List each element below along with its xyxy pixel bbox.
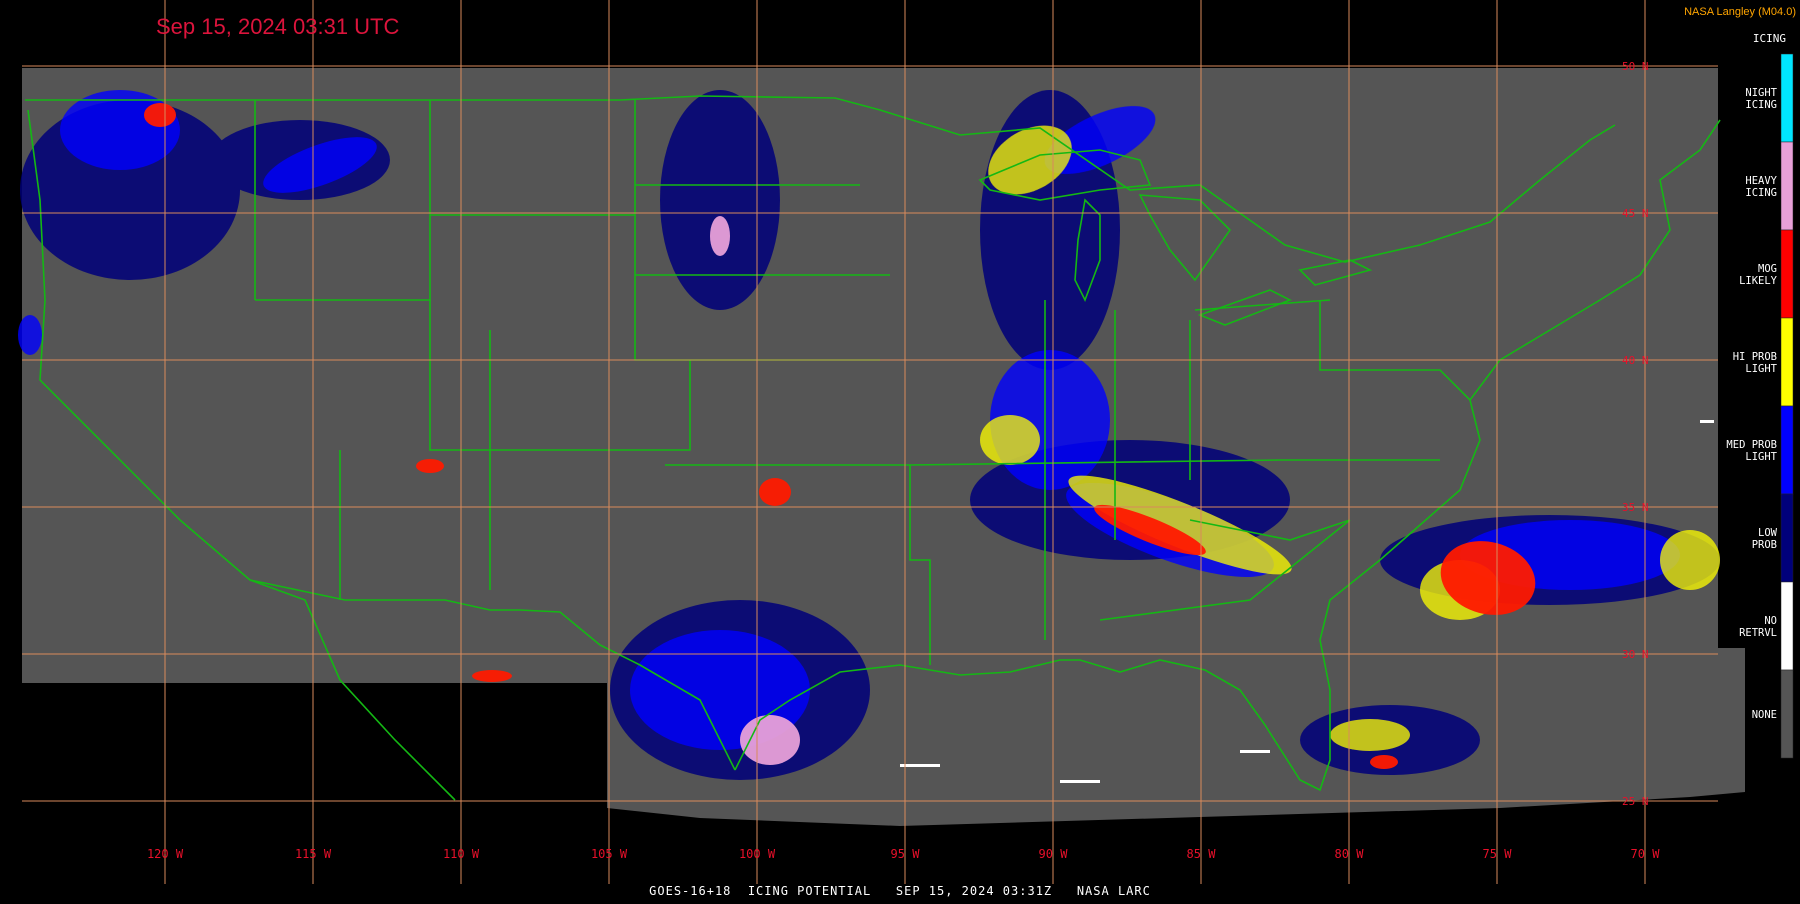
longitude-label: 80 W [1335, 847, 1365, 861]
longitude-label: 90 W [1039, 847, 1069, 861]
legend-swatch [1780, 141, 1794, 231]
latitude-label: 25 N [1622, 795, 1649, 808]
legend-label: RETRVL [1739, 627, 1777, 639]
legend-label: MED PROB [1726, 439, 1777, 451]
legend-label: NIGHT [1745, 87, 1777, 99]
legend-label: HEAVY [1745, 175, 1777, 187]
longitude-label: 105 W [591, 847, 628, 861]
legend-swatch [1780, 317, 1794, 407]
legend-label: LIGHT [1745, 451, 1777, 463]
longitude-label: 75 W [1483, 847, 1513, 861]
legend-swatch [1780, 669, 1794, 759]
legend-label: LIGHT [1745, 363, 1777, 375]
timestamp-title: Sep 15, 2024 03:31 UTC [156, 14, 400, 39]
legend-swatch [1780, 405, 1794, 495]
legend-label: MOG [1758, 263, 1777, 275]
icing-map: 120 W 115 W 110 W 105 W 100 W 95 W 90 W 85 W 80 … [0, 0, 1800, 900]
longitude-labels: 120 W 115 W 110 W 105 W 100 W 95 W 90 W 85 W 80 … [147, 847, 1660, 861]
legend-swatch [1780, 493, 1794, 583]
longitude-label: 70 W [1631, 847, 1661, 861]
longitude-label: 85 W [1187, 847, 1217, 861]
legend-label: LOW [1758, 527, 1778, 539]
legend-swatch [1780, 53, 1794, 143]
longitude-label: 115 W [295, 847, 332, 861]
legend-swatch [1780, 581, 1794, 671]
legend-label: ICING [1745, 187, 1777, 199]
map-canvas: 120 W 115 W 110 W 105 W 100 W 95 W 90 W 85 W 80 … [18, 0, 1794, 884]
legend-label: NONE [1752, 709, 1777, 721]
legend-title: ICING [1752, 32, 1786, 45]
footer-caption: GOES-16+18 ICING POTENTIAL SEP 15, 2024 … [649, 884, 1151, 898]
legend-label: NO [1764, 615, 1777, 627]
legend-label: ICING [1745, 99, 1777, 111]
latitude-label: 35 N [1622, 501, 1649, 514]
latitude-label: 45 N [1622, 207, 1649, 220]
longitude-label: 120 W [147, 847, 184, 861]
legend-swatch [1780, 229, 1794, 319]
latitude-label: 50 N [1622, 60, 1649, 73]
longitude-label: 95 W [891, 847, 921, 861]
legend-label: HI PROB [1733, 351, 1777, 363]
legend-label: PROB [1752, 539, 1777, 551]
latitude-label: 30 N [1622, 648, 1649, 661]
legend-label: LIKELY [1739, 275, 1778, 287]
longitude-label: 110 W [443, 847, 480, 861]
latitude-label: 40 N [1622, 354, 1649, 367]
longitude-label: 100 W [739, 847, 776, 861]
nasa-credit: NASA Langley (M04.0) [1684, 6, 1796, 18]
